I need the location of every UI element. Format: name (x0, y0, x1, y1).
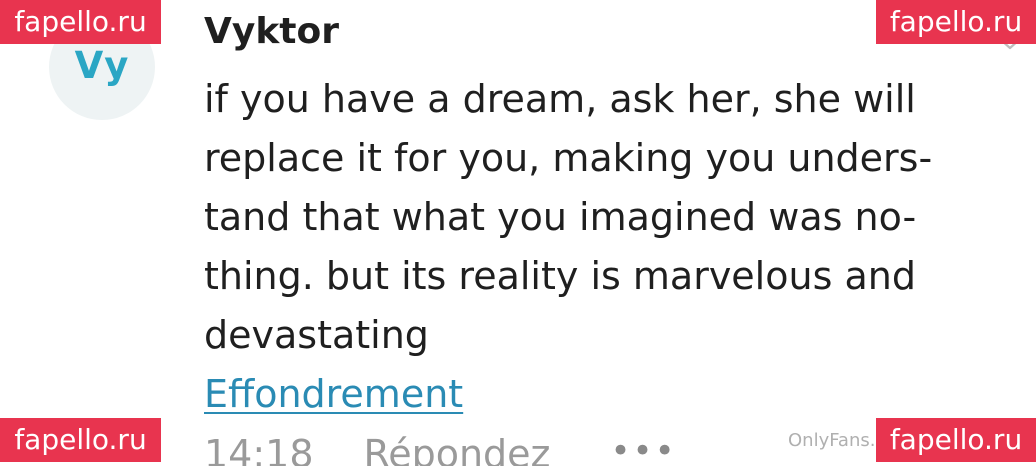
comment-body: if you have a dream, ask her, she will r… (204, 70, 944, 365)
watermark-top-left: fapello.ru (0, 0, 161, 44)
comment-meta: 14:18 Répondez ••• (204, 432, 677, 466)
watermark-bottom-left: fapello.ru (0, 418, 161, 462)
avatar-initials: Vy (74, 44, 130, 87)
comment-line: if you have a dream, ask her, she will (204, 77, 916, 121)
comment-card: Vy Vyktor if you have a dream, ask her, … (0, 0, 1036, 466)
watermark-top-right: fapello.ru (876, 0, 1036, 44)
reply-button[interactable]: Répondez (364, 432, 551, 466)
effondrement-link[interactable]: Effondrement (204, 372, 463, 416)
comment-line: tand that what you imagined was no- (204, 195, 917, 239)
comment-line: thing. but its reality is marvelous and (204, 254, 916, 298)
watermark-bottom-right: fapello.ru (876, 418, 1036, 462)
comment-line: replace it for you, making you unders- (204, 136, 933, 180)
more-options-button[interactable]: ••• (611, 432, 677, 466)
onlyfans-watermark: OnlyFans. (788, 430, 876, 451)
comment-time: 14:18 (204, 432, 314, 466)
comment-author[interactable]: Vyktor (204, 11, 339, 52)
comment-line: devastating (204, 313, 429, 357)
